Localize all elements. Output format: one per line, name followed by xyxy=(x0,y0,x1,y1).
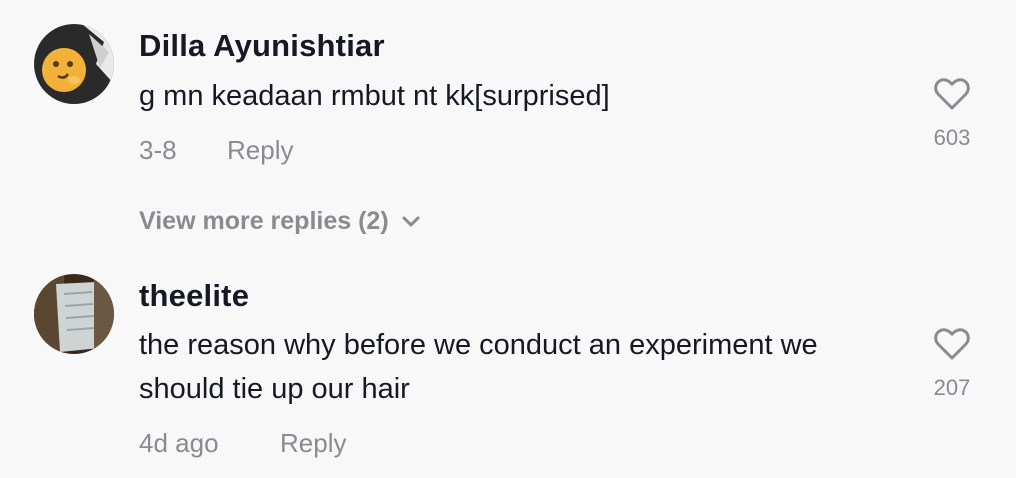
comment-item: theelite the reason why before we conduc… xyxy=(0,260,1016,478)
comment-text: the reason why before we conduct an expe… xyxy=(139,329,818,361)
comment-username[interactable]: Dilla Ayunishtiar xyxy=(139,28,385,64)
heart-outline-icon[interactable] xyxy=(933,327,971,361)
like-count: 603 xyxy=(933,125,971,150)
like-group: 603 xyxy=(924,77,980,151)
view-more-replies-button[interactable]: View more replies (2) xyxy=(139,207,421,236)
like-count: 207 xyxy=(933,375,971,400)
comments-panel: Dilla Ayunishtiar g mn keadaan rmbut nt … xyxy=(0,0,1016,478)
comment-date: 3-8 xyxy=(139,135,177,165)
comment-item: Dilla Ayunishtiar g mn keadaan rmbut nt … xyxy=(0,0,1016,260)
chevron-down-icon xyxy=(402,216,420,226)
comment-text: should tie up our hair xyxy=(139,373,410,405)
avatar[interactable] xyxy=(34,274,114,354)
comment-username[interactable]: theelite xyxy=(139,278,249,314)
avatar[interactable] xyxy=(34,24,114,104)
reply-button[interactable]: Reply xyxy=(280,428,346,459)
view-more-replies-label: View more replies (2) xyxy=(139,207,389,235)
like-group: 207 xyxy=(924,327,980,401)
comment-date: 4d ago xyxy=(139,428,219,458)
reply-button[interactable]: Reply xyxy=(227,135,293,166)
heart-outline-icon[interactable] xyxy=(933,77,971,111)
comment-text: g mn keadaan rmbut nt kk[surprised] xyxy=(139,80,610,112)
